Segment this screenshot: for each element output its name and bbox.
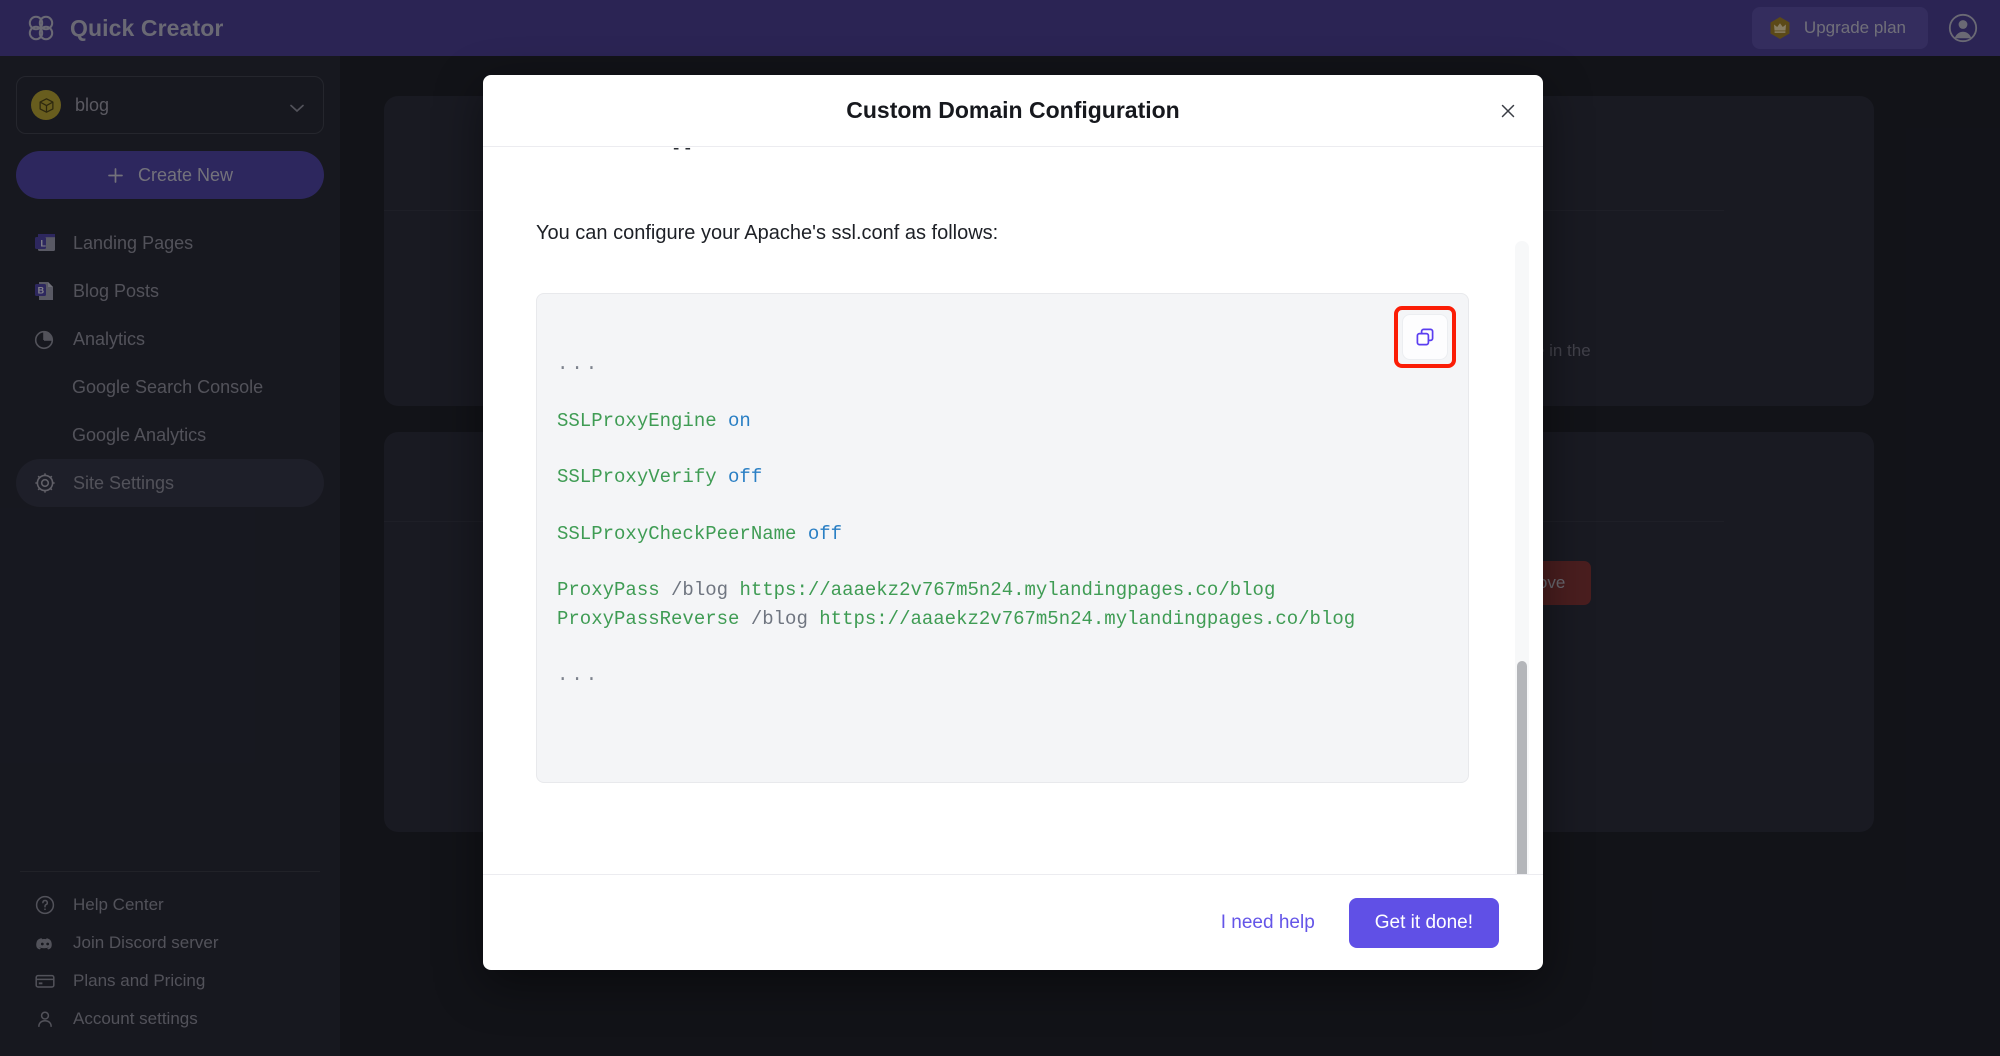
modal-footer: I need help Get it done! [483, 874, 1543, 970]
code-token: ProxyPass [557, 579, 672, 601]
code-token: https://aaaekz2v767m5n24.mylandingpages.… [819, 607, 1356, 630]
clipped-scrolled-text: - - [673, 147, 691, 159]
code-line: ProxyPass /blog https://aaaekz2v767m5n24… [557, 576, 1454, 605]
code-token: off [728, 466, 763, 488]
apache-config-code[interactable]: ... SSLProxyEngine on SSLProxyVerify off SS… [557, 350, 1454, 718]
code-block: ... SSLProxyEngine on SSLProxyVerify off SS… [536, 293, 1469, 783]
get-it-done-button[interactable]: Get it done! [1348, 897, 1499, 948]
custom-domain-configuration-modal: Custom Domain Configuration - - You can … [483, 75, 1543, 970]
code-token: SSLProxyVerify [557, 466, 729, 488]
code-line: SSLProxyEngine on [557, 407, 1454, 436]
modal-body: - - You can configure your Apache's ssl.… [483, 147, 1543, 874]
code-token: ... [557, 664, 601, 686]
code-token: /blog [671, 579, 740, 601]
code-token: ... [557, 353, 601, 375]
code-line: ... [557, 350, 1454, 379]
modal-scrollbar-thumb[interactable] [1517, 661, 1527, 874]
close-icon[interactable] [1495, 98, 1521, 124]
modal-header: Custom Domain Configuration [483, 75, 1543, 147]
code-token: /blog [750, 607, 820, 630]
code-token: SSLProxyEngine [557, 409, 729, 432]
code-line: ProxyPassReverse /blog https://aaaekz2v7… [557, 605, 1454, 634]
code-line: SSLProxyCheckPeerName off [557, 520, 1454, 549]
modal-scrollbar[interactable] [1515, 241, 1529, 874]
code-token: SSLProxyCheckPeerName [557, 522, 808, 545]
apache-config-intro: You can configure your Apache's ssl.conf… [536, 222, 999, 244]
modal-title: Custom Domain Configuration [846, 97, 1180, 123]
code-line: SSLProxyVerify off [557, 463, 1454, 492]
code-token: off [807, 522, 843, 545]
code-token: on [728, 409, 751, 432]
i-need-help-button[interactable]: I need help [1221, 912, 1315, 934]
app-root: Quick Creator Upgrade plan blog Create N… [0, 0, 2000, 1056]
code-line: ... [557, 661, 1454, 690]
code-token: ProxyPassReverse [557, 607, 751, 630]
code-token: https://aaaekz2v767m5n24.mylandingpages.… [739, 579, 1276, 601]
